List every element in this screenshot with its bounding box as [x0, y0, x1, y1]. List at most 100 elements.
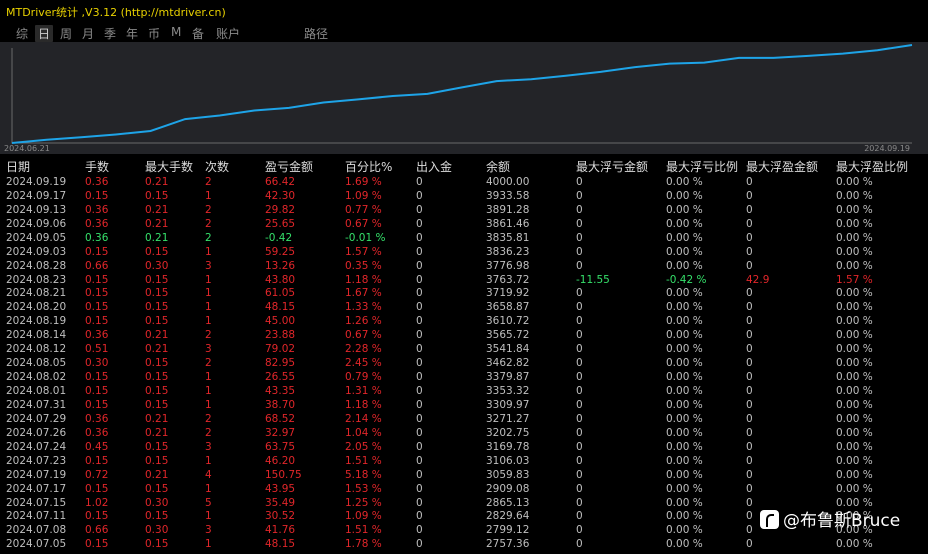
- table-row[interactable]: 2024.07.23 0.15 0.15 1 46.20 1.51 % 0 3106.03 0 0…: [0, 454, 918, 468]
- table-cell: 1: [205, 538, 212, 551]
- table-cell: 38.70: [265, 398, 296, 411]
- table-row[interactable]: 2024.08.19 0.15 0.15 1 45.00 1.26 % 0 3610.72 0 0…: [0, 314, 918, 328]
- table-row[interactable]: 2024.08.14 0.36 0.21 2 23.88 0.67 % 0 3565.72 0 0…: [0, 328, 918, 342]
- column-header[interactable]: 盈亏金额: [259, 158, 339, 175]
- menu-item-9[interactable]: 账户: [216, 25, 240, 42]
- menu-item-10[interactable]: 路径: [304, 25, 328, 42]
- column-header[interactable]: 手数: [79, 158, 139, 175]
- table-cell: 0: [416, 175, 423, 188]
- table-cell: 0.00 %: [666, 510, 703, 523]
- menu-item-3[interactable]: 月: [82, 25, 94, 42]
- table-cell: 0: [416, 301, 423, 314]
- table-cell: -0.42: [265, 231, 293, 244]
- table-cell: 0.15: [145, 538, 169, 551]
- table-row[interactable]: 2024.08.21 0.15 0.15 1 61.05 1.67 % 0 3719.92 0 0…: [0, 287, 918, 301]
- table-row[interactable]: 2024.08.12 0.51 0.21 3 79.02 2.28 % 0 3541.84 0 0…: [0, 342, 918, 356]
- table-row[interactable]: 2024.09.19 0.36 0.21 2 66.42 1.69 % 0 4000.00 0 0…: [0, 175, 918, 189]
- table-cell: 0: [576, 203, 583, 216]
- table-cell: 0.00 %: [836, 482, 873, 495]
- table-cell: 3353.32: [486, 385, 530, 398]
- table-row[interactable]: 2024.07.24 0.45 0.15 3 63.75 2.05 % 0 3169.78 0 0…: [0, 440, 918, 454]
- table-cell: 0.21: [145, 175, 169, 188]
- table-cell: 0.15: [145, 189, 169, 202]
- table-cell: 3610.72: [486, 315, 530, 328]
- table-cell: 61.05: [265, 287, 296, 300]
- table-cell: 3891.28: [486, 203, 530, 216]
- table-cell: 0.00 %: [836, 357, 873, 370]
- table-cell: 0: [576, 301, 583, 314]
- table-row[interactable]: 2024.09.03 0.15 0.15 1 59.25 1.57 % 0 3836.23 0 0…: [0, 245, 918, 259]
- table-cell: 1.04 %: [345, 426, 382, 439]
- table-cell: 2024.09.13: [6, 203, 67, 216]
- table-cell: 0: [416, 245, 423, 258]
- table-cell: 0: [416, 538, 423, 551]
- menu-item-1[interactable]: 日: [35, 25, 54, 42]
- table-cell: 0.15: [145, 273, 169, 286]
- table-cell: 1: [205, 371, 212, 384]
- table-cell: 0.00 %: [666, 343, 703, 356]
- table-cell: 3169.78: [486, 440, 530, 453]
- table-cell: 0.00 %: [666, 426, 703, 439]
- table-cell: 0.00 %: [666, 245, 703, 258]
- table-cell: 13.26: [265, 259, 296, 272]
- table-row[interactable]: 2024.07.29 0.36 0.21 2 68.52 2.14 % 0 3271.27 0 0…: [0, 412, 918, 426]
- column-header[interactable]: 百分比%: [339, 158, 410, 175]
- table-row[interactable]: 2024.08.28 0.66 0.30 3 13.26 0.35 % 0 3776.98 0 0…: [0, 259, 918, 273]
- table-cell: 2024.08.14: [6, 329, 67, 342]
- table-cell: 1.53 %: [345, 482, 382, 495]
- table-cell: 0: [576, 385, 583, 398]
- table-row[interactable]: 2024.09.17 0.15 0.15 1 42.30 1.09 % 0 3933.58 0 0…: [0, 189, 918, 203]
- table-row[interactable]: 2024.09.13 0.36 0.21 2 29.82 0.77 % 0 3891.28 0 0…: [0, 203, 918, 217]
- table-row[interactable]: 2024.07.26 0.36 0.21 2 32.97 1.04 % 0 3202.75 0 0…: [0, 426, 918, 440]
- table-cell: 0.15: [85, 273, 109, 286]
- column-header[interactable]: 日期: [0, 158, 79, 175]
- table-row[interactable]: 2024.09.06 0.36 0.21 2 25.65 0.67 % 0 3861.46 0 0…: [0, 217, 918, 231]
- table-cell: 4: [205, 468, 212, 481]
- table-row[interactable]: 2024.08.01 0.15 0.15 1 43.35 1.31 % 0 3353.32 0 0…: [0, 384, 918, 398]
- table-cell: 2: [205, 329, 212, 342]
- table-cell: 2024.09.03: [6, 245, 67, 258]
- table-cell: 0: [576, 217, 583, 230]
- column-header[interactable]: 最大浮盈比例: [830, 158, 918, 175]
- table-cell: 0.15: [145, 371, 169, 384]
- table-row[interactable]: 2024.08.02 0.15 0.15 1 26.55 0.79 % 0 3379.87 0 0…: [0, 370, 918, 384]
- table-row[interactable]: 2024.08.23 0.15 0.15 1 43.80 1.18 % 0 3763.72 -1…: [0, 273, 918, 287]
- column-header[interactable]: 次数: [199, 158, 259, 175]
- table-row[interactable]: 2024.08.05 0.30 0.15 2 82.95 2.45 % 0 3462.82 0 0…: [0, 356, 918, 370]
- table-cell: 35.49: [265, 496, 296, 509]
- table-cell: 0: [576, 426, 583, 439]
- table-row[interactable]: 2024.07.17 0.15 0.15 1 43.95 1.53 % 0 2909.08 0 0…: [0, 482, 918, 496]
- menu-item-6[interactable]: 币: [148, 25, 160, 42]
- table-cell: 0: [576, 454, 583, 467]
- table-cell: 0.00 %: [836, 371, 873, 384]
- table-cell: 0.21: [145, 412, 169, 425]
- menu-item-8[interactable]: 备: [192, 25, 204, 42]
- menu-item-4[interactable]: 季: [104, 25, 116, 42]
- table-cell: 0: [576, 468, 583, 481]
- table-cell: 2: [205, 231, 212, 244]
- table-row[interactable]: 2024.07.31 0.15 0.15 1 38.70 1.18 % 0 3309.97 0 0…: [0, 398, 918, 412]
- menu-item-7[interactable]: M: [171, 25, 181, 39]
- table-cell: 0.00 %: [666, 315, 703, 328]
- column-header[interactable]: 最大浮盈金额: [740, 158, 830, 175]
- column-header[interactable]: 出入金: [410, 158, 480, 175]
- table-cell: 0: [416, 468, 423, 481]
- table-cell: 0.15: [145, 454, 169, 467]
- menu-item-2[interactable]: 周: [60, 25, 72, 42]
- menu-item-5[interactable]: 年: [126, 25, 138, 42]
- table-row[interactable]: 2024.09.05 0.36 0.21 2 -0.42 -0.01 % 0 3835.81 0…: [0, 231, 918, 245]
- table-cell: 0: [416, 343, 423, 356]
- column-header[interactable]: 最大手数: [139, 158, 199, 175]
- table-cell: 1.57 %: [836, 273, 873, 286]
- menu-item-0[interactable]: 综: [16, 25, 28, 42]
- table-row[interactable]: 2024.07.19 0.72 0.21 4 150.75 5.18 % 0 3059.83 0…: [0, 468, 918, 482]
- table-cell: 1.33 %: [345, 301, 382, 314]
- table-row[interactable]: 2024.07.05 0.15 0.15 1 48.15 1.78 % 0 2757.36 0 0…: [0, 537, 918, 551]
- table-row[interactable]: 2024.08.20 0.15 0.15 1 48.15 1.33 % 0 3658.87 0 0…: [0, 300, 918, 314]
- table-cell: 3836.23: [486, 245, 530, 258]
- table-cell: 1.25 %: [345, 496, 382, 509]
- column-header[interactable]: 余额: [480, 158, 570, 175]
- table-cell: 0: [576, 329, 583, 342]
- column-header[interactable]: 最大浮亏金额: [570, 158, 660, 175]
- column-header[interactable]: 最大浮亏比例: [660, 158, 740, 175]
